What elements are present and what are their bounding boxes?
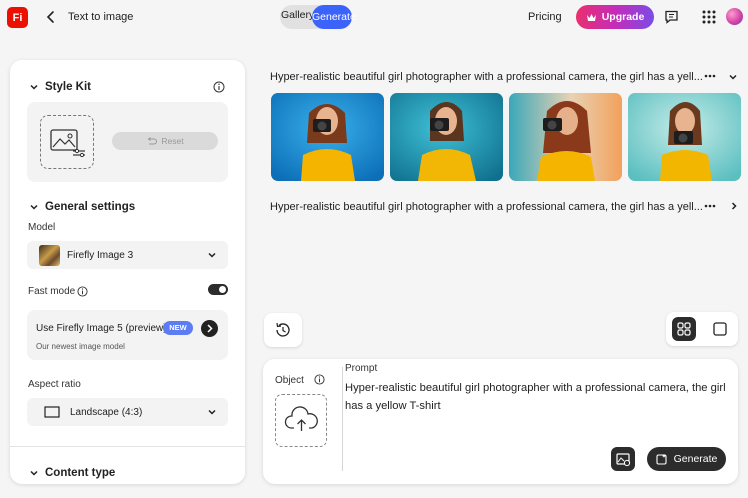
chevron-down-icon <box>208 252 216 258</box>
upgrade-label: Upgrade <box>601 11 645 23</box>
grid-icon <box>677 322 691 336</box>
general-settings-title: General settings <box>45 201 136 213</box>
generated-image[interactable] <box>628 93 741 181</box>
info-icon[interactable] <box>213 81 225 93</box>
single-view-icon[interactable] <box>708 317 732 341</box>
user-avatar[interactable] <box>726 8 743 25</box>
image-settings-icon <box>616 453 631 467</box>
promo-title: Use Firefly Image 5 (preview) <box>36 323 167 334</box>
back-arrow-icon[interactable] <box>44 9 58 25</box>
generate-label: Generate <box>673 453 718 465</box>
promo-subtitle: Our newest image model <box>36 342 125 351</box>
object-upload[interactable] <box>275 394 327 447</box>
generated-image-content <box>390 93 503 181</box>
generated-image-content <box>628 93 741 181</box>
chevron-down-icon[interactable] <box>29 82 39 92</box>
new-badge: NEW <box>163 321 193 335</box>
aspect-ratio-value: Landscape (4:3) <box>70 407 143 418</box>
generated-image[interactable] <box>271 93 384 181</box>
promo-arrow-button[interactable] <box>201 320 218 337</box>
mode-switch: Gallery Generate <box>280 5 356 29</box>
tab-generate[interactable]: Generate <box>312 5 356 29</box>
tab-gallery[interactable]: Gallery <box>281 9 314 21</box>
model-value: Firefly Image 3 <box>67 250 134 261</box>
promo-card[interactable]: Use Firefly Image 5 (preview) NEW Our ne… <box>27 310 228 360</box>
divider <box>10 446 245 447</box>
history-button[interactable] <box>264 313 302 347</box>
prompt-composer: Object Prompt Hyper-realistic beautiful … <box>263 359 738 484</box>
history-icon <box>276 322 290 337</box>
more-horizontal-icon[interactable] <box>704 204 716 208</box>
model-dropdown[interactable]: Firefly Image 3 <box>27 241 228 269</box>
info-icon[interactable] <box>314 374 325 385</box>
apps-grid-icon[interactable] <box>702 10 716 24</box>
style-reference-button[interactable] <box>611 447 635 471</box>
landscape-icon <box>44 406 60 418</box>
chevron-down-icon[interactable] <box>728 72 738 82</box>
prompt-input[interactable]: Hyper-realistic beautiful girl photograp… <box>345 379 735 415</box>
model-label: Model <box>28 222 56 233</box>
style-kit-box: Reset <box>27 102 228 182</box>
more-horizontal-icon[interactable] <box>704 74 716 78</box>
info-icon[interactable] <box>77 286 88 297</box>
pricing-link[interactable]: Pricing <box>528 11 562 23</box>
view-toggle <box>666 312 738 346</box>
feedback-icon[interactable] <box>664 10 679 24</box>
firefly-logo[interactable]: Fi <box>7 7 28 28</box>
upload-cloud-icon <box>284 406 318 431</box>
image-settings-icon <box>50 129 85 158</box>
top-bar: Fi Text to image Gallery Generate Pricin… <box>0 0 748 36</box>
style-kit-title: Style Kit <box>45 81 92 93</box>
generate-button[interactable]: Generate <box>647 447 726 471</box>
reset-icon <box>148 136 158 144</box>
aspect-ratio-dropdown[interactable]: Landscape (4:3) <box>27 398 228 426</box>
prompt-label: Prompt <box>345 363 378 374</box>
result-prompt-1[interactable]: Hyper-realistic beautiful girl photograp… <box>270 71 703 83</box>
fast-mode-toggle[interactable] <box>208 284 228 295</box>
aspect-ratio-label: Aspect ratio <box>28 379 81 390</box>
generate-icon <box>656 454 667 465</box>
style-kit-upload[interactable] <box>40 115 94 169</box>
reset-button[interactable]: Reset <box>112 132 218 150</box>
model-thumbnail <box>39 245 60 266</box>
chevron-down-icon[interactable] <box>29 202 39 212</box>
crown-icon <box>586 13 596 21</box>
generated-image[interactable] <box>509 93 622 181</box>
result-prompt-2[interactable]: Hyper-realistic beautiful girl photograp… <box>270 201 703 213</box>
settings-panel: Style Kit Reset General settings Model F… <box>10 60 245 484</box>
grid-view-button[interactable] <box>672 317 696 341</box>
chevron-down-icon <box>208 409 216 415</box>
object-label: Object <box>275 375 304 386</box>
chevron-down-icon[interactable] <box>29 468 39 478</box>
chevron-right-icon <box>207 324 213 333</box>
page-title: Text to image <box>68 11 134 23</box>
chevron-right-icon[interactable] <box>729 201 739 211</box>
reset-label: Reset <box>161 136 184 146</box>
generated-image[interactable] <box>390 93 503 181</box>
generated-image-content <box>271 93 384 181</box>
composer-divider <box>342 367 343 471</box>
content-type-title: Content type <box>45 467 116 479</box>
generated-image-content <box>509 93 622 181</box>
upgrade-button[interactable]: Upgrade <box>576 5 654 29</box>
fast-mode-label: Fast mode <box>28 286 76 297</box>
